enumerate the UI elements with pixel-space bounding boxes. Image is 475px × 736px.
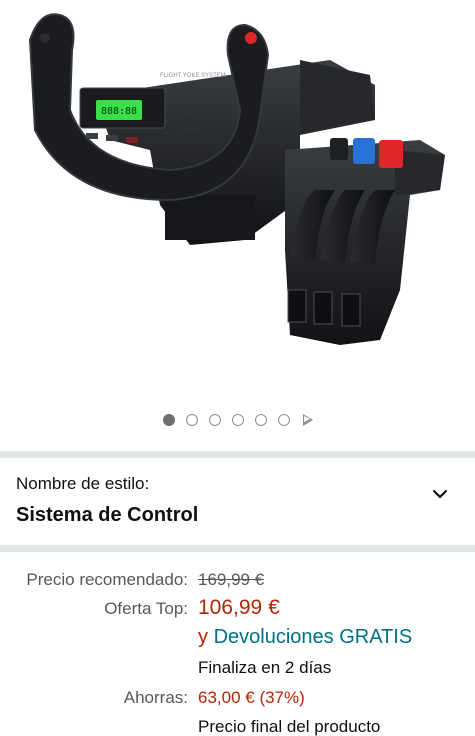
product-image[interactable]: 888:88 FLIGHT YOKE SYSTEM <box>0 0 475 400</box>
style-label: Nombre de estilo: <box>16 474 150 493</box>
savings-value: 63,00 € (37%) <box>198 688 305 707</box>
returns-prefix: y <box>198 626 208 648</box>
section-divider <box>0 451 475 458</box>
yoke-display-header: FLIGHT YOKE SYSTEM <box>160 73 226 79</box>
carousel-dot-1[interactable] <box>162 414 175 426</box>
carousel-dot-2[interactable] <box>185 414 198 426</box>
chevron-down-icon[interactable] <box>432 486 448 502</box>
carousel-dot-5[interactable] <box>254 414 267 426</box>
style-selector[interactable]: Nombre de estilo: Sistema de Control <box>0 460 475 545</box>
list-price-label: Precio recomendado: <box>26 570 188 589</box>
deal-price: 106,99 € <box>198 596 280 619</box>
final-price-note: Precio final del producto <box>198 717 381 736</box>
section-divider <box>0 545 475 552</box>
free-returns-link[interactable]: Devoluciones GRATIS <box>214 626 413 648</box>
yoke-display-screen: 888:88 <box>101 106 137 117</box>
savings-label: Ahorras: <box>123 688 188 707</box>
free-returns: y Devoluciones GRATIS <box>198 626 412 649</box>
play-icon[interactable] <box>302 414 313 426</box>
carousel-dot-6[interactable] <box>277 414 290 426</box>
style-value: Sistema de Control <box>16 504 199 526</box>
flight-yoke-throttle-image: 888:88 FLIGHT YOKE SYSTEM <box>28 13 445 345</box>
carousel-dot-4[interactable] <box>231 414 244 426</box>
carousel-dot-3[interactable] <box>208 414 221 426</box>
deal-ends: Finaliza en 2 días <box>198 658 332 677</box>
pricing-block: Precio recomendado: 169,99 € Oferta Top:… <box>0 552 475 736</box>
image-carousel-indicator[interactable] <box>0 410 475 430</box>
list-price: 169,99 € <box>198 570 265 589</box>
deal-label: Oferta Top: <box>104 599 188 618</box>
